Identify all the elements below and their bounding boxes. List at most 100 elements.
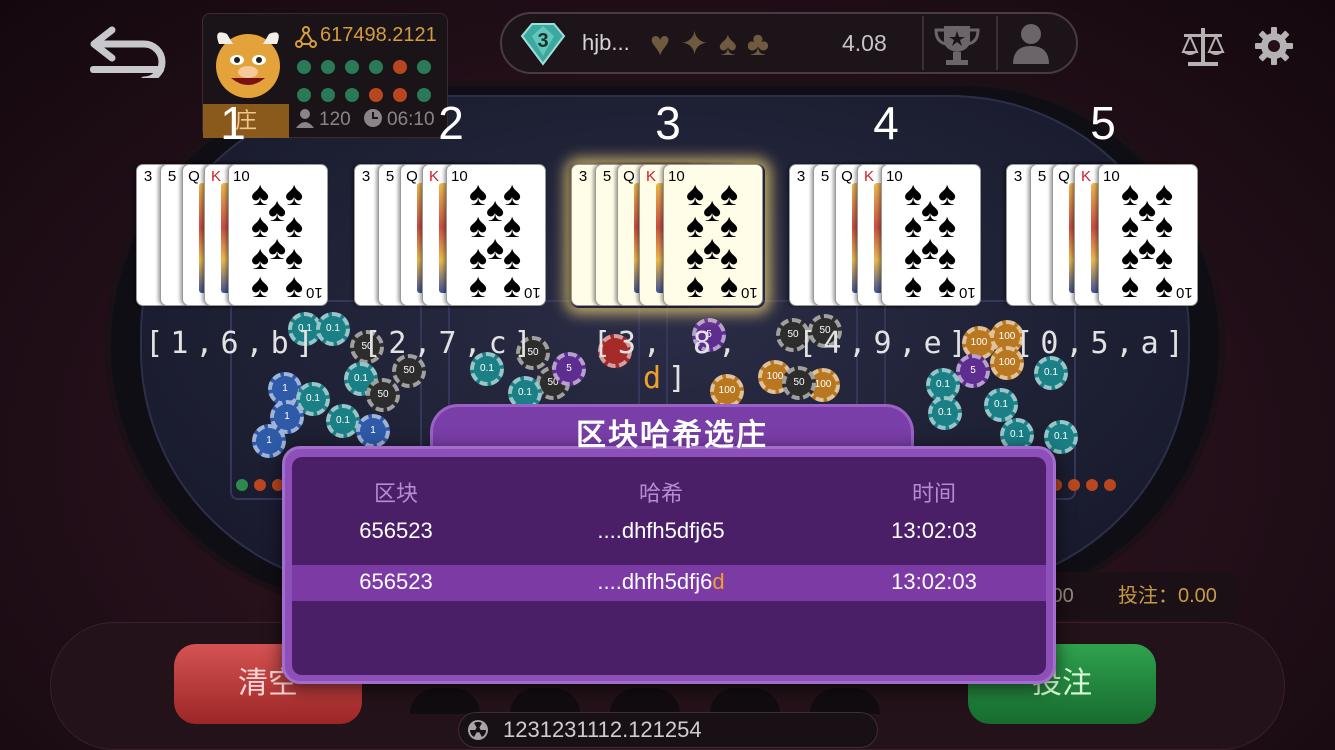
table-row-1-time: 13:02:03 — [891, 518, 977, 543]
clock-icon — [364, 109, 382, 127]
spade-icon: ♠ — [686, 207, 705, 245]
club-icon: ♣ — [746, 25, 770, 63]
road-dots-5 — [1050, 479, 1116, 491]
spade-icon: ♠ — [1138, 191, 1157, 229]
spade-icon: ♠ — [904, 207, 923, 245]
spade-icon: ♠ — [285, 207, 304, 245]
spade-icon: ♠ — [469, 207, 488, 245]
bet-info: .00 投注：0.00 — [1036, 572, 1238, 620]
hand-seat-2[interactable]: 3 5 Q K 10 ♠ ♠ ♠ ♠ ♠ ♠ ♠ ♠ ♠ ♠ 10 — [354, 164, 548, 308]
card-rank: Q — [841, 168, 853, 185]
road-dots-1 — [236, 479, 284, 491]
card-rank: 10 — [524, 284, 541, 301]
playing-card: 10 ♠ ♠ ♠ ♠ ♠ ♠ ♠ ♠ ♠ ♠ 10 — [663, 164, 763, 306]
hand-seat-1[interactable]: 3 5 Q K 10 ♠ ♠ ♠ ♠ ♠ ♠ ♠ ♠ ♠ ♠ 10 — [136, 164, 330, 308]
spade-icon: ♠ — [1121, 175, 1140, 213]
card-rank: K — [428, 168, 439, 185]
seat-number-2: 2 — [438, 97, 464, 149]
card-rank: Q — [623, 168, 635, 185]
playing-card: 10 ♠ ♠ ♠ ♠ ♠ ♠ ♠ ♠ ♠ ♠ 10 — [446, 164, 546, 306]
card-rank: K — [645, 168, 656, 185]
heart-icon: ♥ — [650, 25, 671, 63]
card-rank: 3 — [143, 168, 153, 185]
spade-icon: ♠ — [486, 229, 505, 267]
table-row-2-block: 656523 — [359, 569, 433, 594]
playing-card: 10 ♠ ♠ ♠ ♠ ♠ ♠ ♠ ♠ ♠ ♠ 10 — [228, 164, 328, 306]
card-rank: 10 — [668, 168, 685, 185]
diamond-icon: ✦ — [680, 25, 709, 63]
rules-button[interactable] — [1180, 26, 1226, 68]
card-rank: 10 — [1176, 284, 1193, 301]
card-rank: K — [863, 168, 874, 185]
scale-icon — [1181, 28, 1225, 66]
back-arrow-icon — [90, 26, 166, 84]
spade-icon: ♠ — [251, 175, 270, 213]
seat-number-3: 3 — [655, 97, 681, 149]
room-level: 3 — [537, 30, 549, 52]
seat-number-4: 4 — [873, 97, 899, 149]
card-rank: 10 — [886, 168, 903, 185]
card-rank: 10 — [233, 168, 250, 185]
seat-code-1: [1,6,b] — [145, 326, 321, 361]
avatar[interactable] — [207, 20, 289, 104]
room-info-bar: 3 hjb... ♥ ✦ ♠ ♣ 4.08 — [500, 12, 1078, 74]
table-row-2-time: 13:02:03 — [891, 569, 977, 594]
spade-icon: ♠ — [469, 267, 488, 305]
card-rank: 3 — [1013, 168, 1023, 185]
hash-value: 1231231112.121254 — [503, 717, 702, 742]
spade-icon: ♠ — [938, 207, 957, 245]
spade-icon: ♠ — [469, 175, 488, 213]
spade-icon: ♠ — [268, 191, 287, 229]
card-rank: 3 — [578, 168, 588, 185]
seat-code-5: [0,5,a] — [1015, 326, 1191, 361]
seat-code-4: [4,9,e] — [798, 326, 974, 361]
hand-seat-3[interactable]: 3 5 Q K 10 ♠ ♠ ♠ ♠ ♠ ♠ ♠ ♠ ♠ ♠ 10 — [571, 164, 765, 308]
trophy-icon — [934, 26, 980, 65]
card-rank: 3 — [361, 168, 371, 185]
spade-icon: ♠ — [720, 267, 739, 305]
column-header-block: 区块 — [373, 481, 418, 506]
spade-icon: ♠ — [938, 175, 957, 213]
settings-button[interactable] — [1254, 26, 1294, 66]
seat-number-1: 1 — [220, 97, 246, 149]
spade-icon: ♠ — [1138, 229, 1157, 267]
trophy-button[interactable] — [922, 16, 988, 70]
playing-card: 10 ♠ ♠ ♠ ♠ ♠ ♠ ♠ ♠ ♠ ♠ 10 — [881, 164, 981, 306]
card-rank: 10 — [306, 284, 323, 301]
spade-icon: ♠ — [503, 267, 522, 305]
card-rank: 10 — [959, 284, 976, 301]
profile-button[interactable] — [996, 16, 1062, 70]
suit-icons: ♥ ✦ ♠ ♣ — [650, 24, 769, 64]
hand-seat-4[interactable]: 3 5 Q K 10 ♠ ♠ ♠ ♠ ♠ ♠ ♠ ♠ ♠ ♠ 10 — [789, 164, 983, 308]
card-rank: 10 — [1103, 168, 1120, 185]
chip: 0.1 — [928, 396, 962, 430]
chip: 1 — [252, 424, 286, 458]
hand-seat-5[interactable]: 3 5 Q K 10 ♠ ♠ ♠ ♠ ♠ ♠ ♠ ♠ ♠ ♠ 10 — [1006, 164, 1200, 308]
card-rank: 5 — [385, 168, 395, 185]
bet-info-right: 投注：0.00 — [1118, 585, 1217, 607]
column-header-hash: 哈希 — [638, 481, 683, 506]
spade-icon: ♠ — [720, 207, 739, 245]
radiation-icon — [468, 720, 488, 740]
column-header-time: 时间 — [911, 481, 956, 506]
spade-icon: ♠ — [938, 267, 957, 305]
hash-bar: 1231231112.121254 — [458, 712, 878, 748]
card-rank: 10 — [451, 168, 468, 185]
spade-icon: ♠ — [251, 207, 270, 245]
table-row-2-hash: ....dhfh5dfj6d — [597, 569, 725, 594]
card-rank: 10 — [741, 284, 758, 301]
spade-icon: ♠ — [285, 175, 304, 213]
spade-icon: ♠ — [486, 191, 505, 229]
table-row-1-hash: ....dhfh5dfj65 — [597, 518, 725, 543]
card-rank: 5 — [1037, 168, 1047, 185]
back-button[interactable] — [88, 18, 172, 84]
spade-icon: ♠ — [904, 267, 923, 305]
spade-icon: ♠ — [1155, 267, 1174, 305]
balance: 617498.2121 — [320, 24, 437, 46]
seat-number-5: 5 — [1090, 97, 1116, 149]
player-count: 120 — [295, 108, 351, 131]
spade-icon: ♠ — [503, 175, 522, 213]
room-name: hjb... — [582, 30, 630, 55]
card-rank: 5 — [602, 168, 612, 185]
spade-icon: ♠ — [1121, 267, 1140, 305]
